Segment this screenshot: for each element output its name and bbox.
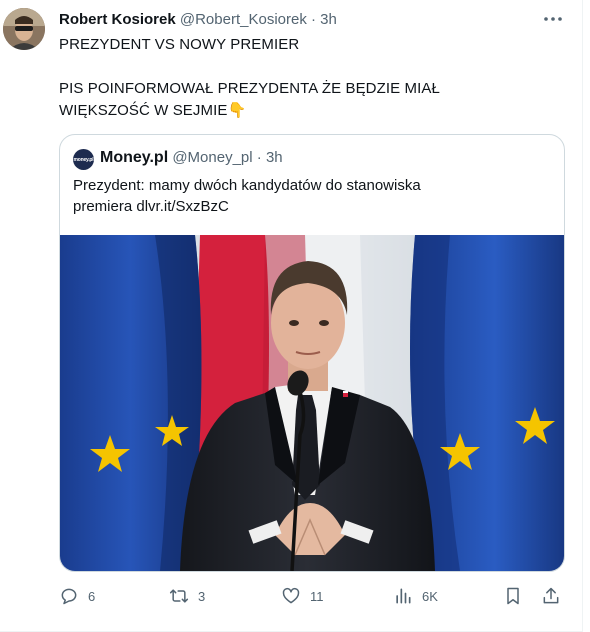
views-button[interactable]: 6K (393, 585, 438, 607)
more-horizontal-icon (544, 17, 562, 21)
more-options-button[interactable] (542, 10, 564, 28)
tweet-time[interactable]: 3h (320, 11, 337, 28)
press-conference-photo[interactable] (60, 235, 564, 571)
tweet-header: Robert Kosiorek @Robert_Kosiorek · 3h (59, 11, 337, 28)
quoted-link[interactable]: dlvr.it/SxzBzC (136, 198, 229, 215)
retweet-count: 3 (198, 588, 206, 604)
quoted-header-separator: · (256, 149, 262, 166)
bookmark-icon (507, 587, 519, 605)
user-avatar-image (3, 8, 45, 50)
tweet[interactable]: Robert Kosiorek @Robert_Kosiorek · 3h PR… (0, 0, 583, 632)
tweet-text-line-2: PIS POINFORMOWAŁ PREZYDENTA ŻE BĘDZIE MI… (59, 80, 440, 97)
share-icon (543, 587, 559, 604)
retweet-button[interactable]: 3 (169, 585, 205, 607)
reply-button[interactable]: 6 (59, 585, 95, 607)
author-handle[interactable]: @Robert_Kosiorek (180, 11, 307, 28)
quoted-tweet-header: Money.pl @Money_pl · 3h (100, 149, 283, 167)
quoted-author-handle: @Money_pl (172, 149, 253, 166)
views-count: 6K (422, 588, 438, 604)
quoted-tweet-time: 3h (265, 149, 283, 166)
like-count: 11 (310, 588, 324, 604)
author-name[interactable]: Robert Kosiorek (59, 11, 176, 28)
reply-icon (61, 588, 77, 605)
tweet-actions-bar: 6 3 11 6K (59, 585, 563, 607)
quoted-text-prefix: premiera (73, 198, 137, 215)
author-avatar[interactable] (3, 8, 45, 50)
quoted-text-line-2: premiera dlvr.it/SxzBzC (73, 198, 229, 215)
tweet-text-line-3: WIĘKSZOŚĆ W SEJMIE👇 (59, 102, 247, 119)
quoted-author-avatar[interactable]: money.pl (73, 149, 94, 170)
heart-icon (282, 587, 300, 604)
quoted-tweet-card[interactable]: money.pl Money.pl @Money_pl · 3h Prezyde… (59, 134, 565, 572)
views-chart-icon (396, 588, 411, 604)
quoted-author-name: Money.pl (100, 149, 169, 166)
quoted-text-line-1: Prezydent: mamy dwóch kandydatów do stan… (73, 177, 421, 194)
reply-count: 6 (88, 588, 96, 604)
retweet-icon (169, 589, 189, 603)
tweet-text-line-1: PREZYDENT VS NOWY PREMIER (59, 36, 300, 53)
header-separator: · (311, 11, 316, 28)
share-button[interactable] (541, 585, 561, 607)
like-button[interactable]: 11 (281, 585, 324, 607)
bookmark-button[interactable] (503, 585, 523, 607)
